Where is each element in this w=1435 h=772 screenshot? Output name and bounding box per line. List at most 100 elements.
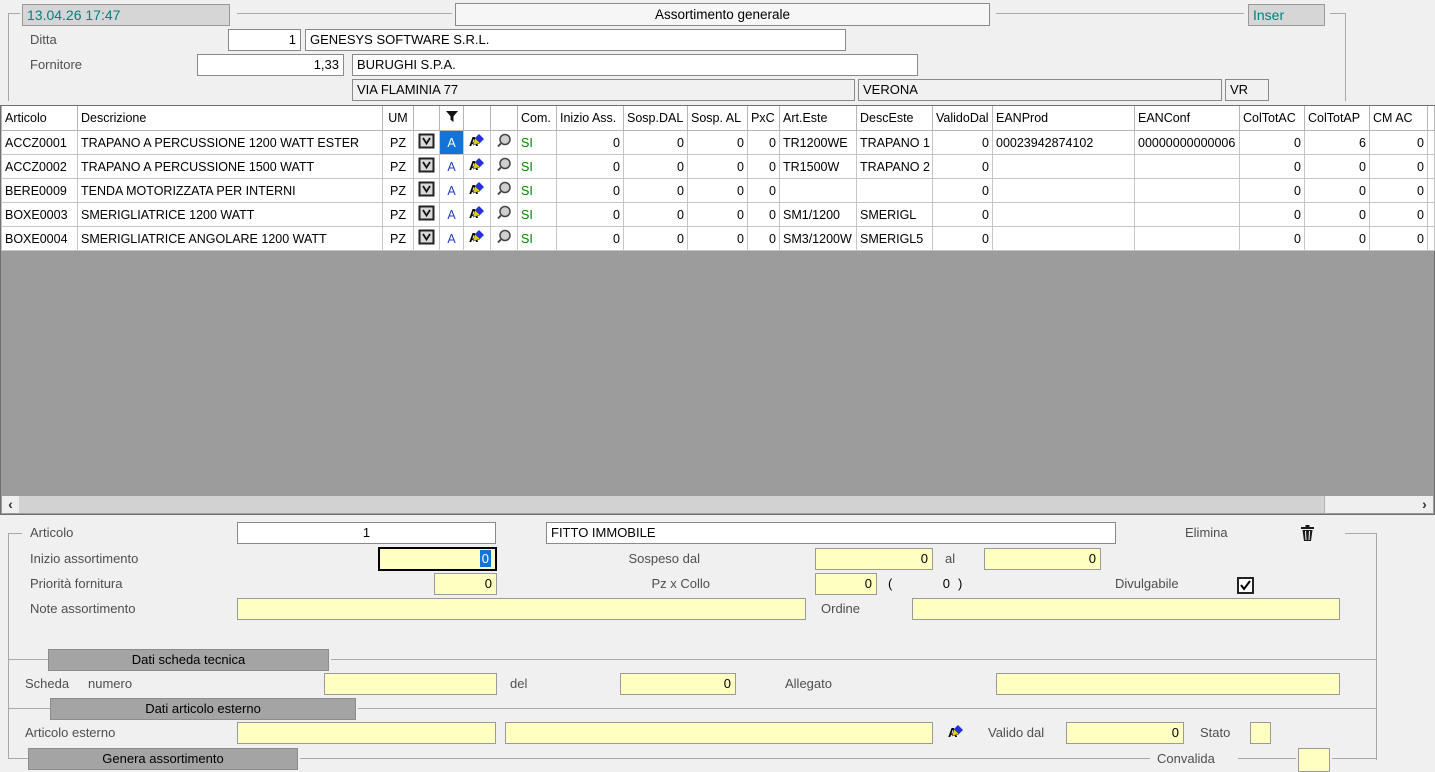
font-edit-button[interactable]: A <box>464 131 491 155</box>
scroll-right-button[interactable]: › <box>1416 496 1433 513</box>
col-pxc[interactable]: PxC <box>748 106 780 131</box>
font-edit-button[interactable]: A <box>464 179 491 203</box>
font-edit-button[interactable]: A <box>464 227 491 251</box>
cell-valido-dal[interactable]: 0 <box>933 131 993 155</box>
cell-inizio-ass[interactable]: 0 <box>557 203 624 227</box>
cell-um[interactable]: PZ <box>383 203 414 227</box>
cell-ean-conf[interactable] <box>1135 227 1240 251</box>
cell-coltot-ap[interactable]: 6 <box>1305 131 1370 155</box>
cell-pxc[interactable]: 0 <box>748 131 780 155</box>
dati-scheda-tecnica-button[interactable]: Dati scheda tecnica <box>48 649 329 671</box>
cell-ean-prod[interactable] <box>993 203 1135 227</box>
cell-ean-conf[interactable] <box>1135 179 1240 203</box>
cell-desc-este[interactable]: TRAPANO 1 <box>857 131 933 155</box>
cell-art-este[interactable]: TR1200WE <box>780 131 857 155</box>
cell-inizio-ass[interactable]: 0 <box>557 155 624 179</box>
cell-art-este[interactable] <box>780 179 857 203</box>
cell-cm-ac[interactable]: 0 <box>1370 155 1428 179</box>
fornitore-name-field[interactable]: BURUGHI S.P.A. <box>352 54 918 76</box>
cell-ean-prod[interactable] <box>993 155 1135 179</box>
cell-um[interactable]: PZ <box>383 179 414 203</box>
search-button[interactable] <box>491 227 518 251</box>
col-com[interactable]: Com. <box>518 106 557 131</box>
cell-ean-prod[interactable] <box>993 179 1135 203</box>
cell-descrizione[interactable]: SMERIGLIATRICE ANGOLARE 1200 WATT <box>78 227 383 251</box>
cell-pxc[interactable]: 0 <box>748 203 780 227</box>
col-valido-dal[interactable]: ValidoDal <box>933 106 993 131</box>
scheda-del-field[interactable]: 0 <box>620 673 736 695</box>
cell-coltot-ac[interactable]: 0 <box>1240 155 1305 179</box>
cell-com[interactable]: SI <box>518 179 557 203</box>
cell-coltot-ap[interactable]: 0 <box>1305 203 1370 227</box>
cell-pxc[interactable]: 0 <box>748 179 780 203</box>
cell-art-este[interactable]: SM3/1200W <box>780 227 857 251</box>
cell-com[interactable]: SI <box>518 155 557 179</box>
cell-cm-ac[interactable]: 0 <box>1370 227 1428 251</box>
col-um[interactable]: UM <box>383 106 414 131</box>
col-cm-ac[interactable]: CM AC <box>1370 106 1428 131</box>
ordine-field[interactable] <box>912 598 1340 620</box>
cell-cm-ac[interactable]: 0 <box>1370 203 1428 227</box>
cell-inizio-ass[interactable]: 0 <box>557 227 624 251</box>
combo-check-button[interactable] <box>414 131 440 155</box>
cell-sosp-dal[interactable]: 0 <box>624 131 688 155</box>
col-articolo[interactable]: Articolo <box>2 106 78 131</box>
convalida-field[interactable] <box>1298 748 1330 772</box>
sospeso-al-field[interactable]: 0 <box>984 548 1101 570</box>
cell-desc-este[interactable]: SMERIGL <box>857 203 933 227</box>
genera-assortimento-button[interactable]: Genera assortimento <box>28 748 298 770</box>
col-inizio-ass[interactable]: Inizio Ass. <box>557 106 624 131</box>
articolo-esterno-code-field[interactable] <box>237 722 496 744</box>
cell-um[interactable]: PZ <box>383 227 414 251</box>
cell-com[interactable]: SI <box>518 131 557 155</box>
cell-descrizione[interactable]: TRAPANO A PERCUSSIONE 1200 WATT ESTER <box>78 131 383 155</box>
cell-descrizione[interactable]: TRAPANO A PERCUSSIONE 1500 WATT <box>78 155 383 179</box>
cell-pxc[interactable]: 0 <box>748 227 780 251</box>
cell-sosp-dal[interactable]: 0 <box>624 179 688 203</box>
combo-check-button[interactable] <box>414 155 440 179</box>
col-ean-conf[interactable]: EANConf <box>1135 106 1240 131</box>
combo-check-button[interactable] <box>414 179 440 203</box>
col-check[interactable] <box>414 106 440 131</box>
cell-sosp-al[interactable]: 0 <box>688 131 748 155</box>
allegato-field[interactable] <box>996 673 1340 695</box>
col-sosp-dal[interactable]: Sosp.DAL <box>624 106 688 131</box>
cell-com[interactable]: SI <box>518 227 557 251</box>
cell-desc-este[interactable]: SMERIGL5 <box>857 227 933 251</box>
col-desc-este[interactable]: DescEste <box>857 106 933 131</box>
search-button[interactable] <box>491 203 518 227</box>
search-button[interactable] <box>491 131 518 155</box>
cell-ean-conf[interactable]: 00000000000006 <box>1135 131 1240 155</box>
stato-field[interactable] <box>1250 722 1271 744</box>
cell-stato-assortimento[interactable]: A <box>440 155 464 179</box>
cell-valido-dal[interactable]: 0 <box>933 203 993 227</box>
search-button[interactable] <box>491 179 518 203</box>
cell-articolo[interactable]: BOXE0004 <box>2 227 78 251</box>
sospeso-dal-field[interactable]: 0 <box>815 548 933 570</box>
cell-inizio-ass[interactable]: 0 <box>557 179 624 203</box>
cell-inizio-ass[interactable]: 0 <box>557 131 624 155</box>
cell-articolo[interactable]: ACCZ0002 <box>2 155 78 179</box>
cell-desc-este[interactable] <box>857 179 933 203</box>
cell-sosp-dal[interactable]: 0 <box>624 155 688 179</box>
cell-sosp-al[interactable]: 0 <box>688 155 748 179</box>
fornitore-code-field[interactable]: 1,33 <box>197 54 344 76</box>
col-ean-prod[interactable]: EANProd <box>993 106 1135 131</box>
col-descrizione[interactable]: Descrizione <box>78 106 383 131</box>
cell-stato-assortimento[interactable]: A <box>440 179 464 203</box>
font-edit-icon[interactable]: A <box>948 724 965 743</box>
note-assortimento-field[interactable] <box>237 598 806 620</box>
priorita-fornitura-field[interactable]: 0 <box>434 573 497 595</box>
cell-valido-dal[interactable]: 0 <box>933 227 993 251</box>
articolo-esterno-desc-field[interactable] <box>505 722 933 744</box>
cell-um[interactable]: PZ <box>383 131 414 155</box>
cell-desc-este[interactable]: TRAPANO 2 <box>857 155 933 179</box>
col-coltot-ap[interactable]: ColTotAP <box>1305 106 1370 131</box>
col-lens[interactable] <box>491 106 518 131</box>
cell-cm-ac[interactable]: 0 <box>1370 179 1428 203</box>
cell-stato-assortimento[interactable]: A <box>440 131 464 155</box>
horizontal-scrollbar[interactable]: ‹ › <box>2 496 1433 513</box>
col-font[interactable] <box>464 106 491 131</box>
search-button[interactable] <box>491 155 518 179</box>
cell-cm-ac[interactable]: 0 <box>1370 131 1428 155</box>
